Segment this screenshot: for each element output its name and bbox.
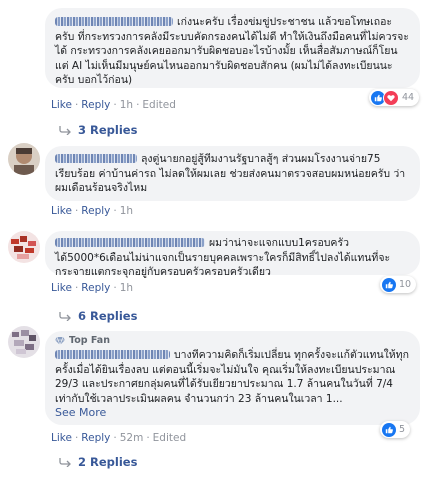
avatar[interactable] bbox=[8, 231, 40, 263]
reaction-summary[interactable]: 44 bbox=[369, 89, 420, 106]
avatar[interactable] bbox=[8, 143, 40, 175]
edited-label[interactable]: Edited bbox=[153, 432, 186, 444]
comment-bubble: ลุงตู่นายกอยู่สู้ทีมงานรัฐบาลสู้ๆ ส่วนผม… bbox=[45, 146, 420, 201]
comment-bubble: ผมว่าน่าจะแจกแบบ1ครอบครัวได้5000*6เดือนไ… bbox=[45, 231, 420, 278]
blurred-author-name[interactable] bbox=[55, 17, 173, 26]
replies-count-label[interactable]: 2 Replies bbox=[78, 455, 137, 469]
see-more-link[interactable]: See More bbox=[55, 406, 410, 419]
like-reaction-icon bbox=[382, 277, 396, 292]
like-link[interactable]: Like bbox=[51, 99, 72, 111]
comment-thread: เก่งนะครับ เรื่องข่มขู่ประชาชน แล้วขอโทษ… bbox=[0, 0, 428, 483]
comment-actions: Like · Reply · 52m · Edited bbox=[51, 432, 187, 444]
comment-actions: Like · Reply · 1h bbox=[51, 205, 134, 217]
blurred-author-name[interactable] bbox=[55, 238, 205, 247]
view-replies-link[interactable]: 3 Replies bbox=[58, 123, 137, 137]
comment-text: เก่งนะครับ เรื่องข่มขู่ประชาชน แล้วขอโทษ… bbox=[55, 16, 409, 86]
timestamp[interactable]: 52m bbox=[120, 432, 144, 444]
reply-arrow-icon bbox=[59, 458, 71, 467]
top-fan-label: Top Fan bbox=[69, 335, 110, 346]
blurred-author-name[interactable] bbox=[55, 350, 170, 359]
reply-link[interactable]: Reply bbox=[81, 205, 110, 217]
reaction-summary[interactable]: 10 bbox=[380, 276, 417, 293]
comment-bubble: เก่งนะครับ เรื่องข่มขู่ประชาชน แล้วขอโทษ… bbox=[45, 8, 420, 88]
like-reaction-icon bbox=[382, 422, 396, 437]
reaction-count: 5 bbox=[399, 424, 406, 435]
reply-link[interactable]: Reply bbox=[81, 282, 110, 294]
reply-arrow-icon bbox=[59, 312, 71, 321]
view-replies-link[interactable]: 6 Replies bbox=[58, 309, 137, 323]
edited-label[interactable]: Edited bbox=[142, 99, 175, 111]
avatar[interactable] bbox=[8, 326, 40, 358]
timestamp[interactable]: 1h bbox=[120, 282, 133, 294]
diamond-icon bbox=[55, 336, 65, 345]
like-link[interactable]: Like bbox=[51, 282, 72, 294]
reply-link[interactable]: Reply bbox=[81, 432, 110, 444]
reaction-summary[interactable]: 5 bbox=[380, 421, 411, 438]
reply-arrow-icon bbox=[59, 126, 71, 135]
replies-count-label[interactable]: 3 Replies bbox=[78, 123, 137, 137]
view-replies-link[interactable]: 2 Replies bbox=[58, 455, 137, 469]
reply-link[interactable]: Reply bbox=[81, 99, 110, 111]
replies-count-label[interactable]: 6 Replies bbox=[78, 309, 137, 323]
timestamp[interactable]: 1h bbox=[120, 99, 133, 111]
like-link[interactable]: Like bbox=[51, 432, 72, 444]
comment-bubble: Top Fan บางทีความคิดก็เริ่มเปลี่ยน ทุกคร… bbox=[45, 331, 420, 425]
blurred-author-name[interactable] bbox=[55, 154, 137, 163]
reaction-count: 10 bbox=[399, 279, 412, 290]
top-fan-badge[interactable]: Top Fan bbox=[55, 335, 410, 346]
comment-actions: Like · Reply · 1h bbox=[51, 282, 134, 294]
love-reaction-icon bbox=[383, 89, 399, 106]
reaction-count: 44 bbox=[402, 92, 415, 103]
like-link[interactable]: Like bbox=[51, 205, 72, 217]
comment-actions: Like · Reply · 1h · Edited bbox=[51, 99, 176, 111]
timestamp[interactable]: 1h bbox=[120, 205, 133, 217]
